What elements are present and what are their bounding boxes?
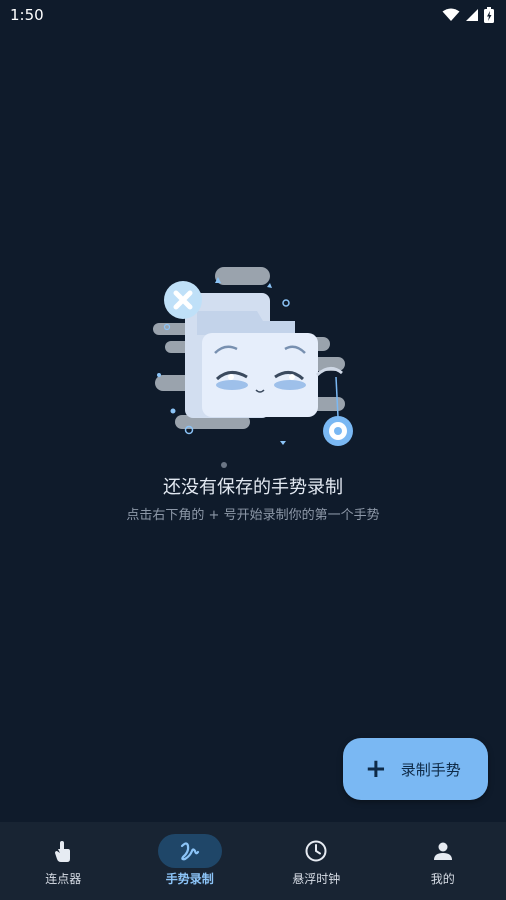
signal-icon xyxy=(466,9,478,21)
nav-item-clicker[interactable]: 连点器 xyxy=(0,822,127,900)
main-content: 还没有保存的手势录制 点击右下角的 + 号开始录制你的第一个手势 + 录制手势 xyxy=(0,30,506,822)
status-bar: 1:50 xyxy=(0,0,506,30)
empty-state-illustration xyxy=(153,267,353,468)
tap-hand-icon xyxy=(55,841,71,862)
record-gesture-label: 录制手势 xyxy=(400,760,461,779)
nav-label-gesture-recording: 手势录制 xyxy=(165,872,214,886)
nav-icon-container xyxy=(411,834,475,868)
nav-label-clicker: 连点器 xyxy=(45,872,82,886)
plus-icon: + xyxy=(365,754,387,784)
status-icons xyxy=(442,7,494,23)
gesture-icon xyxy=(180,842,199,861)
bottom-navigation: 连点器 手势录制 悬浮时钟 我的 xyxy=(0,822,506,900)
empty-state-title: 还没有保存的手势录制 xyxy=(163,477,343,498)
nav-label-profile: 我的 xyxy=(430,872,455,886)
person-icon xyxy=(433,842,452,860)
nav-icon-container xyxy=(31,834,95,868)
nav-icon-container xyxy=(284,834,348,868)
nav-icon-container xyxy=(157,834,222,868)
nav-item-gesture-recording[interactable]: 手势录制 xyxy=(127,822,254,900)
nav-label-floating-clock: 悬浮时钟 xyxy=(292,872,341,886)
clock-icon xyxy=(305,840,327,862)
empty-state-subtitle: 点击右下角的 + 号开始录制你的第一个手势 xyxy=(126,508,380,523)
nav-item-profile[interactable]: 我的 xyxy=(380,822,506,900)
battery-icon xyxy=(484,7,494,23)
wifi-icon xyxy=(442,8,460,21)
record-gesture-button[interactable]: + 录制手势 xyxy=(343,738,488,800)
status-time: 1:50 xyxy=(10,6,44,24)
nav-item-floating-clock[interactable]: 悬浮时钟 xyxy=(253,822,380,900)
